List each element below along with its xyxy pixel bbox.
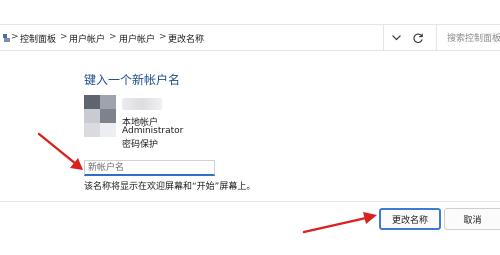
- account-name-blurred: [122, 98, 162, 110]
- breadcrumb-user-accounts-2[interactable]: 用户帐户: [119, 32, 155, 45]
- avatar: [84, 95, 116, 137]
- name-hint-text: 该名称将显示在欢迎屏幕和“开始”屏幕上。: [84, 182, 256, 192]
- chevron-down-icon[interactable]: [391, 33, 402, 42]
- account-name: Administrator: [122, 126, 184, 136]
- footer-divider: [0, 201, 500, 202]
- breadcrumb-user-accounts[interactable]: 用户帐户: [69, 32, 105, 45]
- account-protection: 密码保护: [122, 140, 159, 150]
- control-panel-icon: [3, 34, 10, 42]
- breadcrumb-separator: >: [11, 32, 19, 42]
- search-placeholder: 搜索控制面板: [447, 34, 500, 44]
- annotation-arrow-button: [302, 212, 377, 234]
- refresh-icon[interactable]: [412, 32, 424, 44]
- change-name-button[interactable]: 更改名称: [379, 208, 441, 230]
- search-input[interactable]: 搜索控制面板: [436, 25, 500, 50]
- breadcrumb-separator: >: [109, 32, 117, 42]
- cancel-button[interactable]: 取消: [444, 208, 500, 230]
- breadcrumb-change-name[interactable]: 更改名称: [168, 32, 204, 45]
- breadcrumb-separator: >: [60, 32, 68, 42]
- address-bar: > 控制面板 > 用户帐户 > 用户帐户 > 更改名称 搜索控制面板: [0, 24, 500, 51]
- breadcrumb-control-panel[interactable]: 控制面板: [20, 32, 56, 45]
- annotation-arrow-input: [37, 132, 83, 170]
- new-account-name-field[interactable]: [84, 160, 215, 176]
- address-divider: [383, 25, 384, 50]
- page-title: 键入一个新帐户名: [84, 73, 181, 87]
- breadcrumb-separator: >: [159, 32, 167, 42]
- change-account-name-window: > 控制面板 > 用户帐户 > 用户帐户 > 更改名称 搜索控制面板 键入一个新…: [0, 0, 500, 255]
